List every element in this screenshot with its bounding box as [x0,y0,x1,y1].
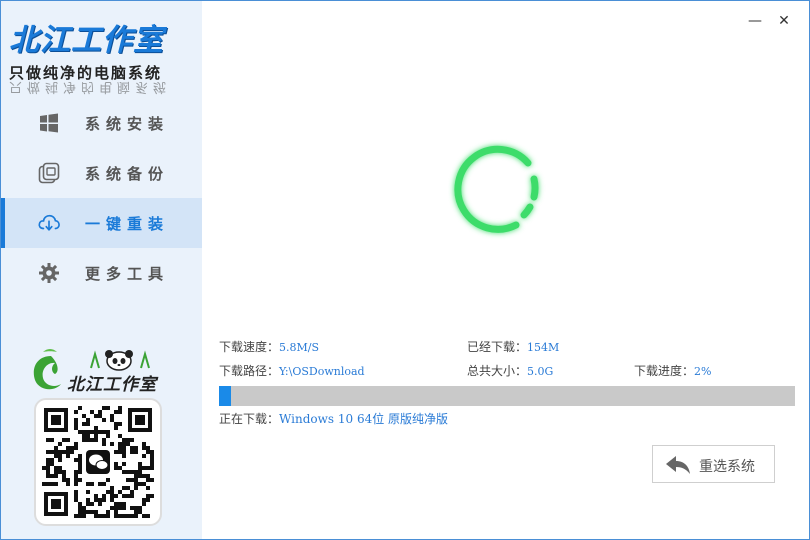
back-arrow-icon [665,455,691,479]
brand-subtitle-reflection: 只做纯净的电脑系统 [9,79,172,94]
current-download-value: Windows 10 64位 原版纯净版 [279,412,449,426]
wechat-qr-code [34,398,162,526]
total-size: 总共大小：5.0G [467,362,553,379]
download-speed-value: 5.8M/S [279,341,320,354]
downloaded-size: 已经下载：154M [467,338,559,355]
loading-spinner-icon [454,145,539,233]
total-size-label: 总共大小： [467,364,528,378]
download-progress-text: 下载进度：2% [634,362,711,379]
app-window: 北江工作室 只做纯净的电脑系统 只做纯净的电脑系统 系统安装 系统备份 一键重装… [0,0,810,540]
sidebar-item-system-backup[interactable]: 系统备份 [1,148,202,198]
download-progress-fill [219,386,231,406]
sidebar-item-label: 系统备份 [85,165,170,183]
sidebar-item-more-tools[interactable]: 更多工具 [1,248,202,298]
download-speed-label: 下载速度： [219,340,280,354]
qr-code-image [42,406,154,518]
studio-logo-text: 北江工作室 [67,375,157,395]
windows-icon [38,112,60,134]
sidebar-item-system-install[interactable]: 系统安装 [1,98,202,148]
brand-title: 北江工作室 [9,23,164,58]
download-progress-bar [219,386,795,406]
brand-logo: 北江工作室 只做纯净的电脑系统 只做纯净的电脑系统 [9,15,195,94]
sidebar: 北江工作室 只做纯净的电脑系统 只做纯净的电脑系统 系统安装 系统备份 一键重装… [1,1,202,539]
close-button[interactable]: ✕ [774,11,794,31]
download-path-value: Y:\OSDownload [279,365,365,378]
downloaded-size-value: 154M [527,341,560,354]
current-download-label: 正在下载： [219,412,280,426]
reselect-system-button[interactable]: 重选系统 [652,445,775,483]
sidebar-item-one-click-reinstall[interactable]: 一键重装 [1,198,202,248]
download-path-label: 下载路径： [219,364,280,378]
reselect-system-label: 重选系统 [699,459,755,475]
sidebar-item-label: 系统安装 [85,115,170,133]
cloud-download-icon [38,212,60,234]
total-size-value: 5.0G [527,365,554,378]
download-progress-label: 下载进度： [634,364,695,378]
sidebar-item-label: 一键重装 [85,215,170,233]
download-progress-value: 2% [694,365,712,378]
close-icon: ✕ [778,13,790,29]
gear-icon [38,262,60,284]
current-download: 正在下载：Windows 10 64位 原版纯净版 [219,410,448,427]
minimize-icon: — [748,13,762,29]
studio-logo: 北江工作室 [29,346,169,396]
downloaded-size-label: 已经下载： [467,340,528,354]
sidebar-nav: 系统安装 系统备份 一键重装 更多工具 [1,98,202,298]
download-path: 下载路径：Y:\OSDownload [219,362,365,379]
backup-icon [38,162,60,184]
download-speed: 下载速度：5.8M/S [219,338,319,355]
sidebar-item-label: 更多工具 [85,265,170,283]
minimize-button[interactable]: — [745,11,765,31]
